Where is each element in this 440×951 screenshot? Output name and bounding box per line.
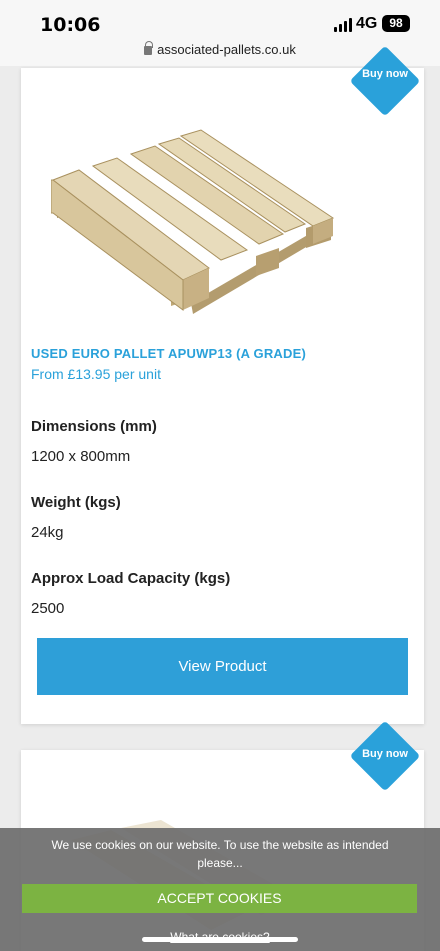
- clock: 10:06: [40, 14, 101, 36]
- lock-icon: [144, 41, 154, 55]
- load-capacity-label: Approx Load Capacity (kgs): [31, 570, 231, 587]
- accept-cookies-button[interactable]: ACCEPT COOKIES: [22, 884, 417, 913]
- signal-icon: [334, 18, 352, 32]
- battery-icon: 98: [382, 15, 410, 32]
- buy-now-label: Buy now: [362, 748, 408, 760]
- buy-now-badge[interactable]: Buy now: [349, 45, 421, 117]
- cookie-message: We use cookies on our website. To use th…: [51, 838, 389, 870]
- dimensions-label: Dimensions (mm): [31, 418, 157, 435]
- home-indicator[interactable]: [142, 937, 298, 942]
- url-text: associated-pallets.co.uk: [157, 42, 296, 57]
- product-price: From £13.95 per unit: [31, 366, 161, 382]
- product-title[interactable]: USED EURO PALLET APUWP13 (A GRADE): [31, 346, 306, 361]
- buy-now-badge[interactable]: Buy now: [349, 720, 421, 792]
- view-product-button[interactable]: View Product: [37, 638, 408, 695]
- buy-now-label: Buy now: [362, 68, 408, 80]
- load-capacity-value: 2500: [31, 600, 65, 617]
- network-type: 4G: [356, 15, 378, 32]
- dimensions-value: 1200 x 800mm: [31, 448, 131, 465]
- weight-label: Weight (kgs): [31, 494, 121, 511]
- weight-value: 24kg: [31, 524, 64, 541]
- pallet-image: [51, 129, 335, 314]
- badge-diamond: [349, 45, 421, 117]
- product-card: USED EURO PALLET APUWP13 (A GRADE) From …: [21, 68, 424, 724]
- cookie-banner: We use cookies on our website. To use th…: [0, 828, 440, 951]
